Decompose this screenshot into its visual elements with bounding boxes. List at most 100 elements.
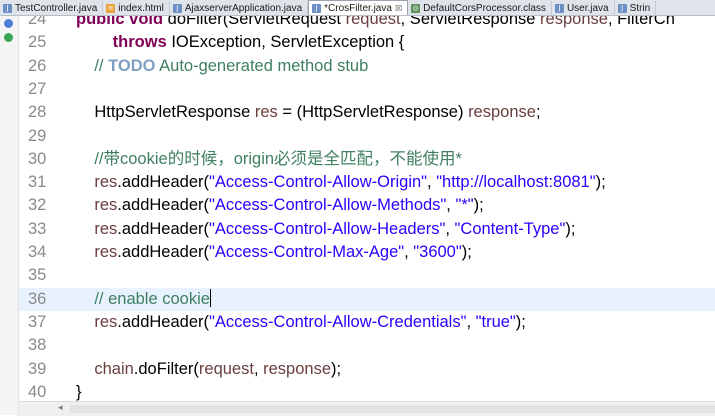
- scrollbar-thumb[interactable]: [70, 405, 715, 413]
- code-line[interactable]: 27: [18, 78, 715, 101]
- line-number: 35: [28, 266, 47, 285]
- horizontal-scrollbar[interactable]: ◂: [18, 401, 715, 416]
- code-line[interactable]: 35: [18, 264, 715, 287]
- code-token: );: [473, 196, 484, 215]
- java-file-icon: J: [172, 3, 182, 13]
- line-number: 36: [28, 289, 47, 308]
- code-token: }: [76, 382, 82, 401]
- code-token: );: [595, 173, 606, 192]
- code-token: );: [515, 312, 526, 331]
- code-token: response: [468, 103, 536, 122]
- breakpoint-marker-icon[interactable]: [4, 19, 13, 28]
- code-line[interactable]: 39 chain.doFilter(request, response);: [18, 358, 715, 381]
- code-line[interactable]: 28 HttpServletResponse res = (HttpServle…: [18, 101, 715, 124]
- code-token: .addHeader(: [117, 219, 209, 238]
- tab-defaultcorsprocessor-class[interactable]: ◎ DefaultCorsProcessor.class: [408, 1, 552, 15]
- tab-testcontroller-java[interactable]: J TestController.java: [0, 1, 104, 15]
- code-line[interactable]: 29: [18, 125, 715, 148]
- code-token: "Content-Type": [454, 219, 566, 238]
- code-token: );: [461, 243, 472, 261]
- code-token: IOException, ServletException {: [171, 33, 405, 52]
- code-line[interactable]: 26 // TODO Auto-generated method stub: [18, 55, 715, 78]
- code-line[interactable]: 31 res.addHeader("Access-Control-Allow-O…: [18, 171, 715, 194]
- code-token: res: [76, 312, 118, 331]
- line-number: 26: [28, 56, 47, 75]
- code-token: "true": [475, 312, 516, 331]
- line-number: 25: [28, 33, 47, 52]
- code-token: response: [540, 15, 608, 28]
- code-token: doFilter(ServletRequest: [167, 15, 346, 28]
- code-text: // enable cookie: [76, 288, 211, 311]
- code-token: chain: [76, 359, 134, 378]
- tab-label: User.java: [566, 2, 609, 14]
- code-token: ,: [427, 173, 437, 192]
- code-text: throws IOException, ServletException {: [76, 31, 405, 54]
- line-number: 40: [28, 382, 47, 401]
- code-text: res.addHeader("Access-Control-Allow-Orig…: [76, 171, 606, 194]
- text-cursor: [209, 288, 211, 307]
- tab-strin[interactable]: J Strin: [615, 1, 657, 15]
- code-token: ,: [404, 243, 414, 261]
- tab-crosfilter-java[interactable]: J *CrosFilter.java ☒: [308, 0, 409, 15]
- code-text: }: [76, 381, 82, 401]
- code-line[interactable]: 24 public void doFilter(ServletRequest re…: [18, 15, 715, 31]
- code-token: , FilterCh: [607, 15, 675, 28]
- code-token: res: [76, 196, 118, 215]
- code-text: res.addHeader("Access-Control-Allow-Meth…: [76, 194, 484, 217]
- html-file-icon: ≡: [106, 3, 116, 13]
- tab-label: TestController.java: [15, 2, 98, 14]
- code-line[interactable]: 34 res.addHeader("Access-Control-Max-Age…: [18, 241, 715, 264]
- code-line[interactable]: 36 // enable cookie: [18, 287, 715, 311]
- code-line[interactable]: 33 res.addHeader("Access-Control-Allow-H…: [18, 218, 715, 241]
- code-text: //带cookie的时候，origin必须是全匹配，不能使用*: [76, 148, 462, 171]
- code-token: //: [76, 56, 109, 75]
- code-token: throws: [76, 33, 172, 52]
- line-number: 37: [28, 312, 47, 331]
- tab-label: *CrosFilter.java: [324, 2, 392, 14]
- code-token: .addHeader(: [117, 312, 209, 331]
- code-text: res.addHeader("Access-Control-Max-Age", …: [76, 241, 472, 264]
- code-token: HttpServletResponse: [76, 103, 255, 122]
- code-token: .addHeader(: [117, 173, 209, 192]
- line-number: 30: [28, 149, 47, 168]
- close-tab-icon[interactable]: ☒: [395, 4, 402, 13]
- tab-label: Strin: [629, 2, 651, 14]
- code-token: "Access-Control-Allow-Credentials": [209, 312, 467, 331]
- code-token: "http://localhost:8081": [436, 173, 596, 192]
- code-token: "Access-Control-Allow-Headers": [209, 219, 446, 238]
- code-token: "3600": [413, 243, 462, 261]
- code-line[interactable]: 40}: [18, 381, 715, 401]
- code-token: res: [76, 219, 118, 238]
- code-token: "*": [455, 196, 474, 215]
- code-line[interactable]: 37 res.addHeader("Access-Control-Allow-C…: [18, 311, 715, 334]
- line-number: 27: [28, 79, 47, 98]
- tab-ajaxserverapplication-java[interactable]: J AjaxserverApplication.java: [170, 1, 309, 15]
- code-token: res: [254, 103, 278, 122]
- error-marker-icon[interactable]: [4, 33, 13, 42]
- tab-index-html[interactable]: ≡ index.html: [103, 1, 170, 15]
- tab-label: DefaultCorsProcessor.class: [423, 2, 546, 14]
- code-line[interactable]: 38: [18, 334, 715, 357]
- tab-user-java[interactable]: J User.java: [552, 1, 615, 15]
- code-token: .addHeader(: [117, 196, 209, 215]
- code-token: request: [198, 359, 254, 378]
- code-editor[interactable]: 24 public void doFilter(ServletRequest re…: [18, 15, 715, 401]
- line-number: 28: [28, 103, 47, 122]
- code-token: ,: [445, 219, 455, 238]
- code-token: ,: [253, 359, 264, 378]
- scroll-left-arrow-icon[interactable]: ◂: [58, 403, 63, 413]
- code-token: );: [331, 359, 342, 378]
- java-file-icon: J: [554, 3, 564, 13]
- code-token: ,: [466, 312, 476, 331]
- code-token: // enable cookie: [76, 289, 210, 308]
- code-text: chain.doFilter(request, response);: [76, 358, 341, 381]
- code-token: .doFilter(: [133, 359, 199, 378]
- code-token: request: [345, 15, 401, 28]
- code-token: public void: [76, 15, 168, 28]
- java-file-icon: J: [3, 3, 12, 13]
- line-number: 24: [28, 15, 47, 28]
- code-line[interactable]: 30 //带cookie的时候，origin必须是全匹配，不能使用*: [18, 148, 715, 171]
- code-line[interactable]: 32 res.addHeader("Access-Control-Allow-M…: [18, 194, 715, 217]
- code-line[interactable]: 25 throws IOException, ServletException …: [18, 31, 715, 54]
- java-file-icon: J: [617, 3, 627, 13]
